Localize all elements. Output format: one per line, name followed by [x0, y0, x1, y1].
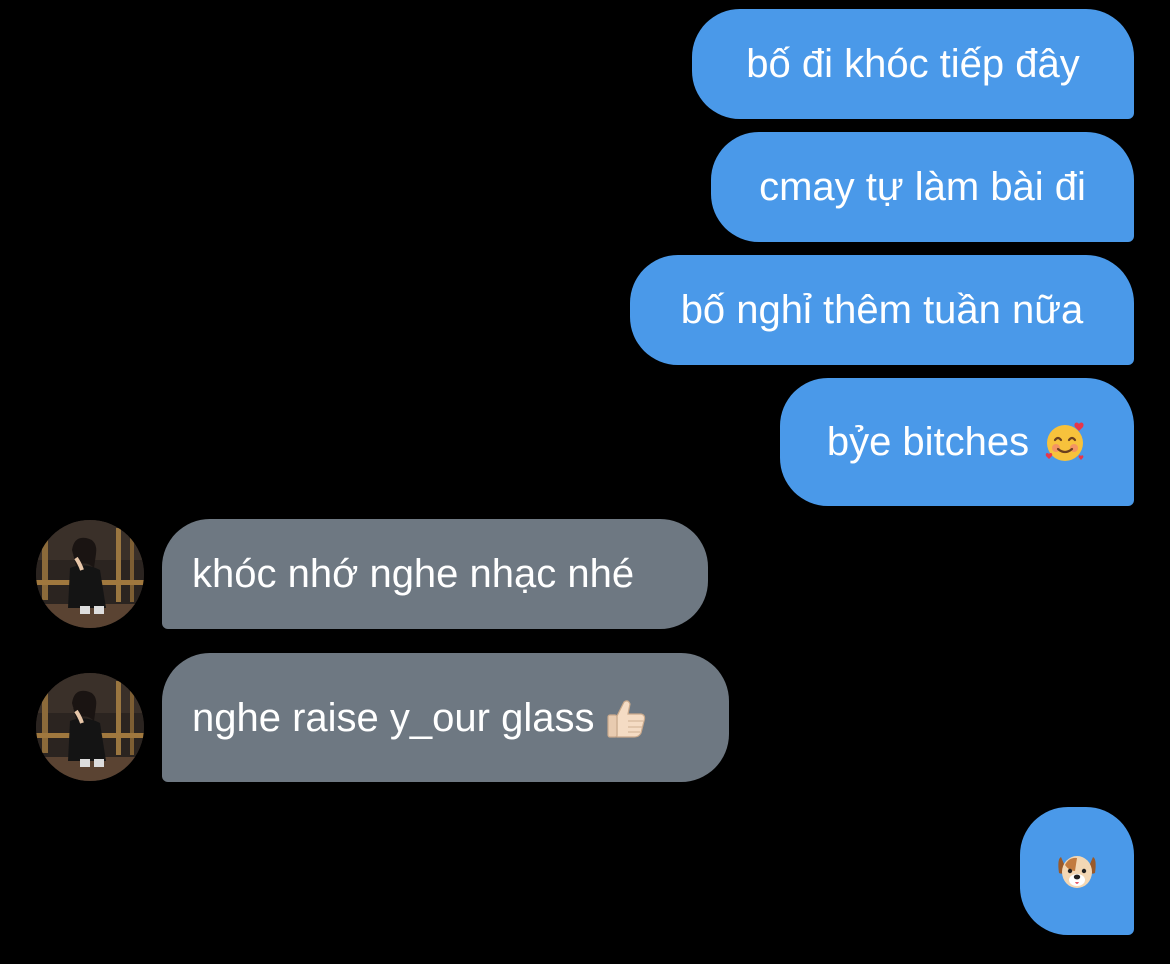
- thumbs-up-icon: [604, 696, 648, 740]
- avatar[interactable]: [36, 520, 144, 628]
- incoming-message[interactable]: khóc nhớ nghe nhạc nhé: [162, 519, 708, 629]
- dog-face-icon: [1055, 849, 1099, 893]
- avatar[interactable]: [36, 673, 144, 781]
- outgoing-message[interactable]: cmay tự làm bài đi: [711, 132, 1134, 242]
- smiling-face-with-hearts-icon: [1043, 420, 1087, 464]
- message-text: khóc nhớ nghe nhạc nhé: [192, 552, 635, 596]
- outgoing-message[interactable]: bỷe bitches: [780, 378, 1134, 506]
- message-text: cmay tự làm bài đi: [759, 165, 1086, 209]
- message-text: nghe raise y_our glass: [192, 695, 595, 740]
- message-text: bố đi khóc tiếp đây: [746, 42, 1080, 86]
- message-text: bỷe bitches: [826, 420, 1030, 464]
- incoming-message[interactable]: nghe raise y_our glass: [162, 653, 729, 782]
- outgoing-message[interactable]: bố đi khóc tiếp đây: [692, 9, 1134, 119]
- message-text: bố nghỉ thêm tuần nữa: [680, 288, 1084, 332]
- outgoing-message[interactable]: bố nghỉ thêm tuần nữa: [630, 255, 1134, 365]
- outgoing-message[interactable]: [1020, 807, 1134, 935]
